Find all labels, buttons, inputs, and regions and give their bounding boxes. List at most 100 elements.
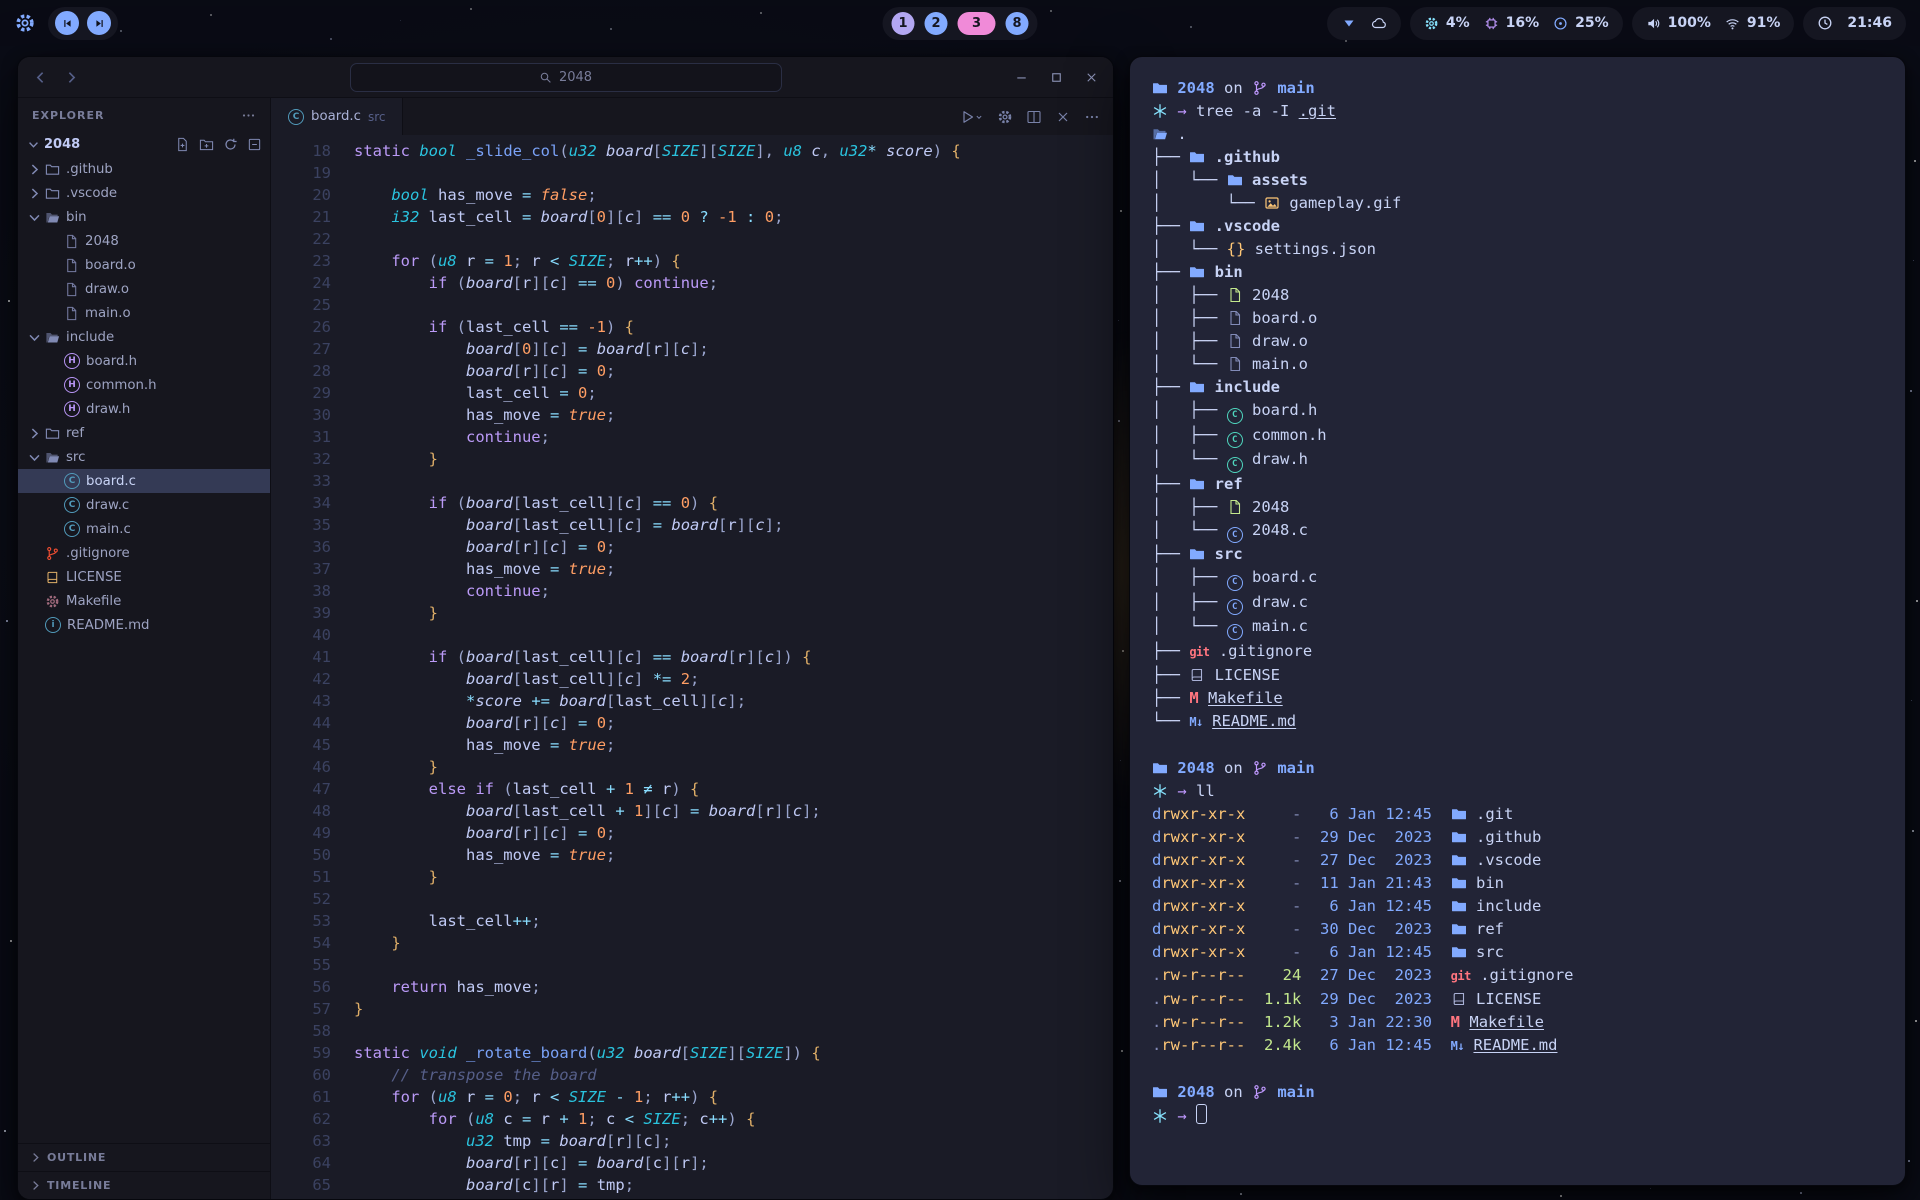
explorer-item-ref[interactable]: ref [18,421,270,445]
navigate-back-button[interactable] [32,69,49,86]
code-line-36[interactable]: 36 board[r][c] = 0; [271,536,1113,558]
settings-gear-button[interactable] [997,109,1013,125]
code-line-62[interactable]: 62 for (u8 c = r + 1; c < SIZE; c++) { [271,1108,1113,1130]
code-line-32[interactable]: 32 } [271,448,1113,470]
explorer-item-draw.c[interactable]: Cdraw.c [18,493,270,517]
code-line-41[interactable]: 41 if (board[last_cell][c] == board[r][c… [271,646,1113,668]
new-folder-button[interactable] [199,137,214,152]
code-line-57[interactable]: 57} [271,998,1113,1020]
explorer-item-.gitignore[interactable]: .gitignore [18,541,270,565]
code-line-33[interactable]: 33 [271,470,1113,492]
code-line-61[interactable]: 61 for (u8 r = 0; r < SIZE - 1; r++) { [271,1086,1113,1108]
code-line-47[interactable]: 47 else if (last_cell + 1 ≠ r) { [271,778,1113,800]
command-center-search[interactable]: 2048 [350,63,782,92]
media-next-button[interactable] [87,11,111,35]
collapse-folders-button[interactable] [247,137,262,152]
explorer-item-.vscode[interactable]: .vscode [18,181,270,205]
code-line-22[interactable]: 22 [271,228,1113,250]
explorer-item-.github[interactable]: .github [18,157,270,181]
explorer-item-main.o[interactable]: main.o [18,301,270,325]
explorer-item-common.h[interactable]: Hcommon.h [18,373,270,397]
refresh-explorer-button[interactable] [223,137,238,152]
explorer-more-actions-button[interactable] [241,108,256,123]
code-line-63[interactable]: 63 u32 tmp = board[r][c]; [271,1130,1113,1152]
explorer-root-folder[interactable]: 2048 [18,132,270,157]
outline-section[interactable]: OUTLINE [18,1143,270,1171]
code-line-31[interactable]: 31 continue; [271,426,1113,448]
code-line-20[interactable]: 20 bool has_move = false; [271,184,1113,206]
explorer-item-board.h[interactable]: Hboard.h [18,349,270,373]
code-line-21[interactable]: 21 i32 last_cell = board[0][c] == 0 ? -1… [271,206,1113,228]
code-line-48[interactable]: 48 board[last_cell + 1][c] = board[r][c]… [271,800,1113,822]
timeline-section[interactable]: TIMELINE [18,1171,270,1199]
explorer-item-README.md[interactable]: iREADME.md [18,613,270,637]
run-file-button[interactable] [959,109,984,125]
code-line-59[interactable]: 59static void _rotate_board(u32 board[SI… [271,1042,1113,1064]
code-line-18[interactable]: 18static bool _slide_col(u32 board[SIZE]… [271,140,1113,162]
code-line-23[interactable]: 23 for (u8 r = 1; r < SIZE; r++) { [271,250,1113,272]
code-line-65[interactable]: 65 board[c][r] = tmp; [271,1174,1113,1196]
code-editor[interactable]: 18static bool _slide_col(u32 board[SIZE]… [271,135,1113,1199]
media-prev-button[interactable] [55,11,79,35]
code-line-34[interactable]: 34 if (board[last_cell][c] == 0) { [271,492,1113,514]
code-line-50[interactable]: 50 has_move = true; [271,844,1113,866]
code-line-45[interactable]: 45 has_move = true; [271,734,1113,756]
system-stats-widget[interactable]: 4%16%25% [1410,7,1623,40]
explorer-item-2048[interactable]: 2048 [18,229,270,253]
split-editor-button[interactable] [1026,109,1042,125]
code-line-35[interactable]: 35 board[last_cell][c] = board[r][c]; [271,514,1113,536]
code-line-37[interactable]: 37 has_move = true; [271,558,1113,580]
tab-board-c[interactable]: C board.c src [271,98,403,135]
code-line-64[interactable]: 64 board[r][c] = board[c][r]; [271,1152,1113,1174]
explorer-item-board.c[interactable]: Cboard.c [18,469,270,493]
code-line-26[interactable]: 26 if (last_cell == -1) { [271,316,1113,338]
code-line-43[interactable]: 43 *score += board[last_cell][c]; [271,690,1113,712]
clock-widget[interactable]: 21:46 [1803,7,1906,40]
code-line-52[interactable]: 52 [271,888,1113,910]
close-button[interactable] [1084,70,1099,85]
code-line-27[interactable]: 27 board[0][c] = board[r][c]; [271,338,1113,360]
explorer-item-bin[interactable]: bin [18,205,270,229]
explorer-item-main.c[interactable]: Cmain.c [18,517,270,541]
code-line-39[interactable]: 39 } [271,602,1113,624]
close-editor-button[interactable] [1055,109,1071,125]
code-line-19[interactable]: 19 [271,162,1113,184]
workspace-2[interactable]: 2 [925,12,948,35]
code-line-54[interactable]: 54 } [271,932,1113,954]
code-line-24[interactable]: 24 if (board[r][c] == 0) continue; [271,272,1113,294]
code-line-40[interactable]: 40 [271,624,1113,646]
code-line-58[interactable]: 58 [271,1020,1113,1042]
code-line-42[interactable]: 42 board[last_cell][c] *= 2; [271,668,1113,690]
code-line-56[interactable]: 56 return has_move; [271,976,1113,998]
code-line-53[interactable]: 53 last_cell++; [271,910,1113,932]
explorer-item-include[interactable]: include [18,325,270,349]
code-line-49[interactable]: 49 board[r][c] = 0; [271,822,1113,844]
terminal-window[interactable]: 2048 on main → tree -a -I .git .├── .git… [1129,56,1906,1186]
workspace-3[interactable]: 3 [958,12,996,35]
workspace-1[interactable]: 1 [892,12,915,35]
code-line-51[interactable]: 51 } [271,866,1113,888]
maximize-button[interactable] [1049,70,1064,85]
new-file-button[interactable] [175,137,190,152]
code-line-44[interactable]: 44 board[r][c] = 0; [271,712,1113,734]
code-line-28[interactable]: 28 board[r][c] = 0; [271,360,1113,382]
explorer-item-Makefile[interactable]: Makefile [18,589,270,613]
code-line-60[interactable]: 60 // transpose the board [271,1064,1113,1086]
code-line-38[interactable]: 38 continue; [271,580,1113,602]
more-editor-actions-button[interactable] [1084,109,1100,125]
explorer-item-src[interactable]: src [18,445,270,469]
explorer-item-draw.o[interactable]: draw.o [18,277,270,301]
explorer-item-LICENSE[interactable]: LICENSE [18,565,270,589]
navigate-forward-button[interactable] [63,69,80,86]
launcher-logo-icon[interactable] [14,12,36,34]
explorer-item-board.o[interactable]: board.o [18,253,270,277]
code-line-30[interactable]: 30 has_move = true; [271,404,1113,426]
weather-widget[interactable] [1327,7,1401,40]
audio-network-widget[interactable]: 100%91% [1632,7,1795,40]
code-line-55[interactable]: 55 [271,954,1113,976]
code-line-46[interactable]: 46 } [271,756,1113,778]
code-line-25[interactable]: 25 [271,294,1113,316]
explorer-item-draw.h[interactable]: Hdraw.h [18,397,270,421]
editor-titlebar[interactable]: 2048 [18,57,1113,98]
minimize-button[interactable] [1014,70,1029,85]
